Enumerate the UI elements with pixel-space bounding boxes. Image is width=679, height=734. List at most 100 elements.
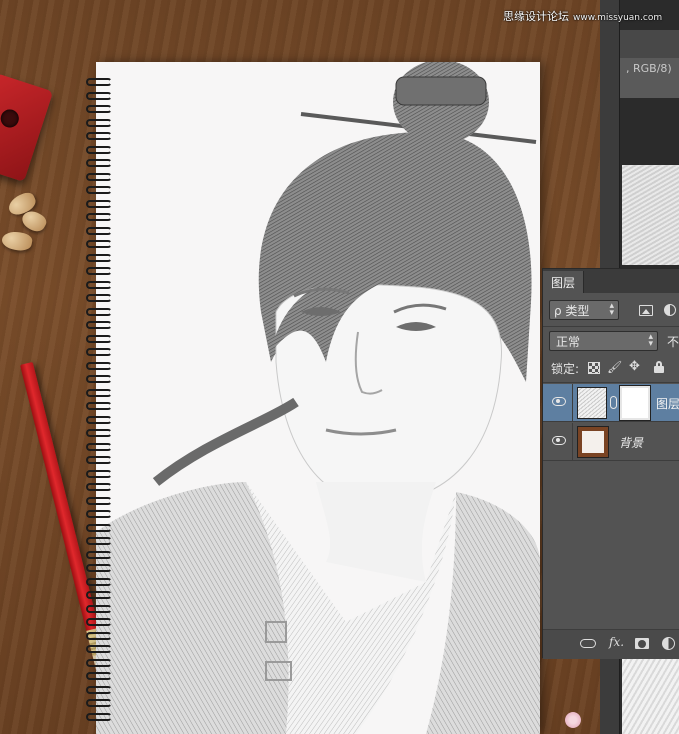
spiral-ring bbox=[86, 537, 112, 545]
layer-filter-row: ρ 类型 ▴ ▾ bbox=[543, 297, 679, 325]
spiral-ring bbox=[86, 294, 112, 302]
layer-row-background[interactable]: 背景 bbox=[543, 423, 679, 461]
hair-ponytail bbox=[152, 397, 299, 486]
lock-image-pixels-brush-icon[interactable]: 🖌 bbox=[607, 360, 622, 374]
spiral-ring bbox=[86, 685, 112, 694]
spiral-ring bbox=[86, 699, 112, 707]
spiral-ring bbox=[86, 240, 112, 248]
spiral-ring bbox=[86, 186, 112, 194]
spiral-ring bbox=[86, 469, 112, 478]
robe-left bbox=[96, 482, 289, 734]
spiral-ring bbox=[86, 388, 112, 397]
lock-position-move-icon[interactable]: ✥ bbox=[629, 359, 640, 374]
robe-right bbox=[426, 492, 540, 734]
blend-mode-select[interactable]: 正常 ▴ ▾ bbox=[549, 331, 658, 351]
spiral-binding bbox=[86, 78, 116, 734]
spiral-ring bbox=[86, 348, 112, 356]
lock-label: 锁定: bbox=[551, 362, 580, 376]
spiral-ring bbox=[86, 375, 112, 383]
background-layer-thumbnail[interactable] bbox=[577, 426, 609, 458]
spiral-ring bbox=[86, 510, 112, 518]
blend-row: 正常 ▴ ▾ 不 bbox=[543, 329, 679, 355]
neck bbox=[316, 482, 436, 582]
layer-kind-filter-select[interactable]: ρ 类型 ▴ ▾ bbox=[549, 300, 619, 320]
select-arrows-icon: ▴ ▾ bbox=[648, 332, 653, 349]
visibility-toggle[interactable] bbox=[543, 384, 573, 422]
spiral-ring bbox=[86, 213, 112, 221]
spiral-ring bbox=[86, 307, 112, 316]
spiral-ring bbox=[86, 253, 112, 262]
spiral-ring bbox=[86, 226, 112, 235]
lock-transparent-pixels-icon[interactable] bbox=[588, 362, 600, 374]
spiral-ring bbox=[86, 645, 112, 653]
spiral-ring bbox=[86, 78, 112, 86]
layer-row-selected[interactable]: 图层 bbox=[543, 384, 679, 422]
layer-mask-thumbnail[interactable] bbox=[619, 385, 651, 421]
spiral-ring bbox=[86, 91, 112, 100]
layer-thumbnail[interactable] bbox=[577, 387, 607, 419]
spiral-ring bbox=[86, 564, 112, 572]
spiral-ring bbox=[86, 550, 112, 559]
link-layers-icon[interactable] bbox=[580, 639, 596, 648]
spiral-ring bbox=[86, 712, 112, 721]
layers-panel-footer: fx. bbox=[543, 629, 679, 659]
lock-all-icon[interactable] bbox=[654, 361, 664, 373]
fx-icon[interactable]: fx. bbox=[609, 635, 624, 649]
layer-name[interactable]: 图层 bbox=[656, 395, 679, 412]
spiral-ring bbox=[86, 172, 112, 181]
spiral-ring bbox=[86, 132, 112, 140]
spiral-ring bbox=[86, 321, 112, 329]
spiral-ring bbox=[86, 618, 112, 626]
spiral-ring bbox=[86, 159, 112, 167]
canvas-preview-top bbox=[622, 165, 679, 265]
tab-layers[interactable]: 图层 bbox=[543, 271, 585, 293]
canvas-preview-bottom bbox=[622, 658, 679, 734]
image-filter-icon[interactable] bbox=[639, 305, 653, 316]
document-tab[interactable] bbox=[620, 30, 679, 58]
spiral-ring bbox=[86, 267, 112, 275]
spiral-ring bbox=[86, 442, 112, 451]
spiral-ring bbox=[86, 658, 112, 667]
watermark-site-url: www.missyuan.com bbox=[573, 13, 663, 23]
layer-name[interactable]: 背景 bbox=[619, 434, 643, 451]
adjustment-filter-icon[interactable] bbox=[664, 304, 676, 316]
layers-panel: 图层 ρ 类型 ▴ ▾ 正常 ▴ ▾ 不 锁定: 🖌 ✥ 图层 背景 fx. bbox=[542, 268, 679, 659]
spiral-ring bbox=[86, 429, 112, 437]
decorative-flower bbox=[565, 712, 581, 728]
spiral-ring bbox=[86, 631, 112, 640]
spiral-ring bbox=[86, 456, 112, 464]
sketchbook-canvas[interactable] bbox=[96, 62, 540, 734]
sharpener-hole bbox=[0, 107, 22, 130]
select-arrows-icon: ▴ ▾ bbox=[609, 301, 614, 318]
divider bbox=[543, 326, 679, 327]
new-adjustment-layer-icon[interactable] bbox=[662, 637, 675, 650]
visibility-toggle[interactable] bbox=[543, 423, 573, 461]
add-mask-icon[interactable] bbox=[635, 638, 649, 649]
site-watermark: 思缘设计论坛 www.missyuan.com bbox=[503, 8, 662, 24]
spiral-ring bbox=[86, 361, 112, 370]
layer-kind-filter-value: ρ 类型 bbox=[554, 304, 590, 318]
spiral-ring bbox=[86, 415, 112, 424]
spiral-ring bbox=[86, 591, 112, 599]
spiral-ring bbox=[86, 483, 112, 491]
hair-crown-band bbox=[395, 76, 487, 106]
spiral-ring bbox=[86, 604, 112, 613]
spiral-ring bbox=[86, 105, 112, 113]
spiral-ring bbox=[86, 118, 112, 127]
lock-body bbox=[654, 366, 664, 373]
spiral-ring bbox=[86, 402, 112, 410]
opacity-label: 不 bbox=[667, 335, 679, 349]
blend-mode-value: 正常 bbox=[556, 335, 581, 349]
spiral-ring bbox=[86, 523, 112, 532]
spiral-ring bbox=[86, 280, 112, 289]
chain-link-icon[interactable] bbox=[610, 396, 617, 409]
spiral-ring bbox=[86, 672, 112, 680]
spiral-ring bbox=[86, 496, 112, 505]
pencil-sketch-portrait bbox=[96, 62, 540, 734]
document-title: , RGB/8) bbox=[620, 58, 679, 98]
eye-icon bbox=[552, 397, 566, 406]
lock-row: 锁定: 🖌 ✥ bbox=[543, 357, 679, 381]
spiral-ring bbox=[86, 577, 112, 586]
spiral-ring bbox=[86, 334, 112, 343]
eye-icon bbox=[552, 436, 566, 445]
